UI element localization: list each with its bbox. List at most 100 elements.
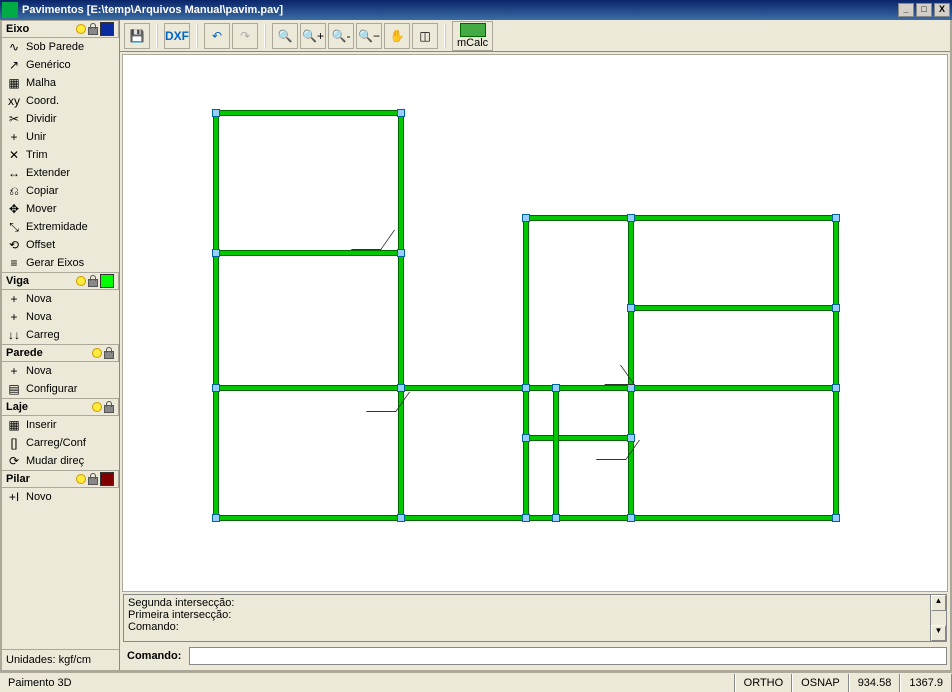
tool-icon: xy [6, 93, 22, 109]
status-x: 934.58 [849, 674, 901, 692]
tool-trim[interactable]: ✕ Trim [2, 146, 119, 164]
maximize-button[interactable]: □ [916, 3, 932, 17]
dxf-button[interactable]: DXF [164, 23, 190, 49]
tool-label: Malha [26, 77, 56, 89]
redo-button[interactable]: ↷ [232, 23, 258, 49]
close-button[interactable]: X [934, 3, 950, 17]
zoom-window-button[interactable]: 🔍- [328, 23, 354, 49]
scroll-down-button[interactable]: ▼ [931, 625, 946, 641]
section-title: Pilar [6, 473, 30, 485]
tool-icon: ✂ [6, 111, 22, 127]
tool-label: Offset [26, 239, 55, 251]
drawing-canvas[interactable] [122, 54, 948, 592]
lock-icon[interactable] [104, 401, 114, 413]
tool-label: Genérico [26, 59, 71, 71]
tool-malha[interactable]: ▦Malha [2, 74, 119, 92]
tool-nova[interactable]: + Nova [2, 290, 119, 308]
mcalc-label: mCalc [457, 37, 488, 49]
tool-icon: [] [6, 435, 22, 451]
section-title: Parede [6, 347, 43, 359]
toolbar-divider [196, 24, 198, 48]
tool-icon: ⤡ [6, 219, 22, 235]
tool-extender[interactable]: ↔Extender [2, 164, 119, 182]
zoom-extents-button[interactable]: 🔍 [272, 23, 298, 49]
tool-icon: ✕ [6, 147, 22, 163]
tool-gerar-eixos[interactable]: ≡Gerar Eixos [2, 254, 119, 272]
color-swatch[interactable] [100, 22, 114, 36]
log-scrollbar[interactable]: ▲ ▼ [930, 595, 946, 641]
tool-label: Nova [26, 311, 52, 323]
tool-label: Coord. [26, 95, 59, 107]
tool-icon: + [6, 309, 22, 325]
status-ortho[interactable]: ORTHO [735, 674, 793, 692]
status-y: 1367.9 [900, 674, 952, 692]
section-title: Eixo [6, 23, 29, 35]
command-input[interactable] [189, 647, 947, 665]
tool-label: Nova [26, 365, 52, 377]
tool-icon: + [6, 291, 22, 307]
undo-button[interactable]: ↶ [204, 23, 230, 49]
tool-icon: +I [6, 489, 22, 505]
tool-novo[interactable]: +I Novo [2, 488, 119, 506]
minimize-button[interactable]: _ [898, 3, 914, 17]
tool-coord-[interactable]: xy Coord. [2, 92, 119, 110]
zoom-out-button[interactable]: 🔍− [356, 23, 382, 49]
tool-icon: ∿ [6, 39, 22, 55]
section-head-eixo[interactable]: Eixo [2, 20, 119, 38]
color-swatch[interactable] [100, 274, 114, 288]
tool-copiar[interactable]: ⎌Copiar [2, 182, 119, 200]
tool-unir[interactable]: +Unir [2, 128, 119, 146]
tool-carreg-conf[interactable]: []Carreg/Conf [2, 434, 119, 452]
titlebar: Pavimentos [E:\temp\Arquivos Manual\pavi… [0, 0, 952, 20]
lightbulb-icon[interactable] [92, 348, 102, 358]
tool-configurar[interactable]: ▤Configurar [2, 380, 119, 398]
tool-label: Mudar direç [26, 455, 84, 467]
tool-label: Copiar [26, 185, 58, 197]
tool-carreg[interactable]: ↓↓Carreg [2, 326, 119, 344]
tool-dividir[interactable]: ✂Dividir [2, 110, 119, 128]
tool-offset[interactable]: ⟲ Offset [2, 236, 119, 254]
tool-icon: ≡ [6, 255, 22, 271]
tool-label: Extremidade [26, 221, 88, 233]
lightbulb-icon[interactable] [76, 276, 86, 286]
tool-gen-rico[interactable]: ↗Genérico [2, 56, 119, 74]
tool-nova[interactable]: + Nova [2, 308, 119, 326]
section-head-laje[interactable]: Laje [2, 398, 119, 416]
mcalc-icon [460, 23, 486, 37]
tool-label: Nova [26, 293, 52, 305]
lightbulb-icon[interactable] [76, 474, 86, 484]
toolbar-divider [444, 24, 446, 48]
tool-label: Novo [26, 491, 52, 503]
section-head-viga[interactable]: Viga [2, 272, 119, 290]
lock-icon[interactable] [104, 347, 114, 359]
tool-icon: ▦ [6, 417, 22, 433]
section-head-parede[interactable]: Parede [2, 344, 119, 362]
sidebar: Eixo∿Sob Parede↗Genérico▦MalhaxyCoord.✂D… [2, 20, 120, 670]
lock-icon[interactable] [88, 23, 98, 35]
lightbulb-icon[interactable] [76, 24, 86, 34]
lock-icon[interactable] [88, 473, 98, 485]
tool-icon: ⟲ [6, 237, 22, 253]
save-button[interactable]: 💾 [124, 23, 150, 49]
tool-label: Trim [26, 149, 48, 161]
tool-icon: ↓↓ [6, 327, 22, 343]
tool-mover[interactable]: ✥Mover [2, 200, 119, 218]
pan-button[interactable]: ✋ [384, 23, 410, 49]
tool-extremidade[interactable]: ⤡ Extremidade [2, 218, 119, 236]
tool-sob-parede[interactable]: ∿Sob Parede [2, 38, 119, 56]
zoom-in-button[interactable]: 🔍+ [300, 23, 326, 49]
lock-icon[interactable] [88, 275, 98, 287]
lightbulb-icon[interactable] [92, 402, 102, 412]
tool-mudar-dire-[interactable]: ⟳Mudar direç [2, 452, 119, 470]
scroll-up-button[interactable]: ▲ [931, 595, 946, 611]
tool-icon: ▤ [6, 381, 22, 397]
tool-inserir[interactable]: ▦Inserir [2, 416, 119, 434]
erase-button[interactable]: ◫ [412, 23, 438, 49]
tool-nova[interactable]: +Nova [2, 362, 119, 380]
color-swatch[interactable] [100, 472, 114, 486]
section-head-pilar[interactable]: Pilar [2, 470, 119, 488]
status-osnap[interactable]: OSNAP [792, 674, 849, 692]
command-log: Segunda intersecção: Primeira intersecçã… [123, 594, 947, 642]
mcalc-button[interactable]: mCalc [452, 21, 493, 51]
window-title: Pavimentos [E:\temp\Arquivos Manual\pavi… [22, 4, 898, 16]
